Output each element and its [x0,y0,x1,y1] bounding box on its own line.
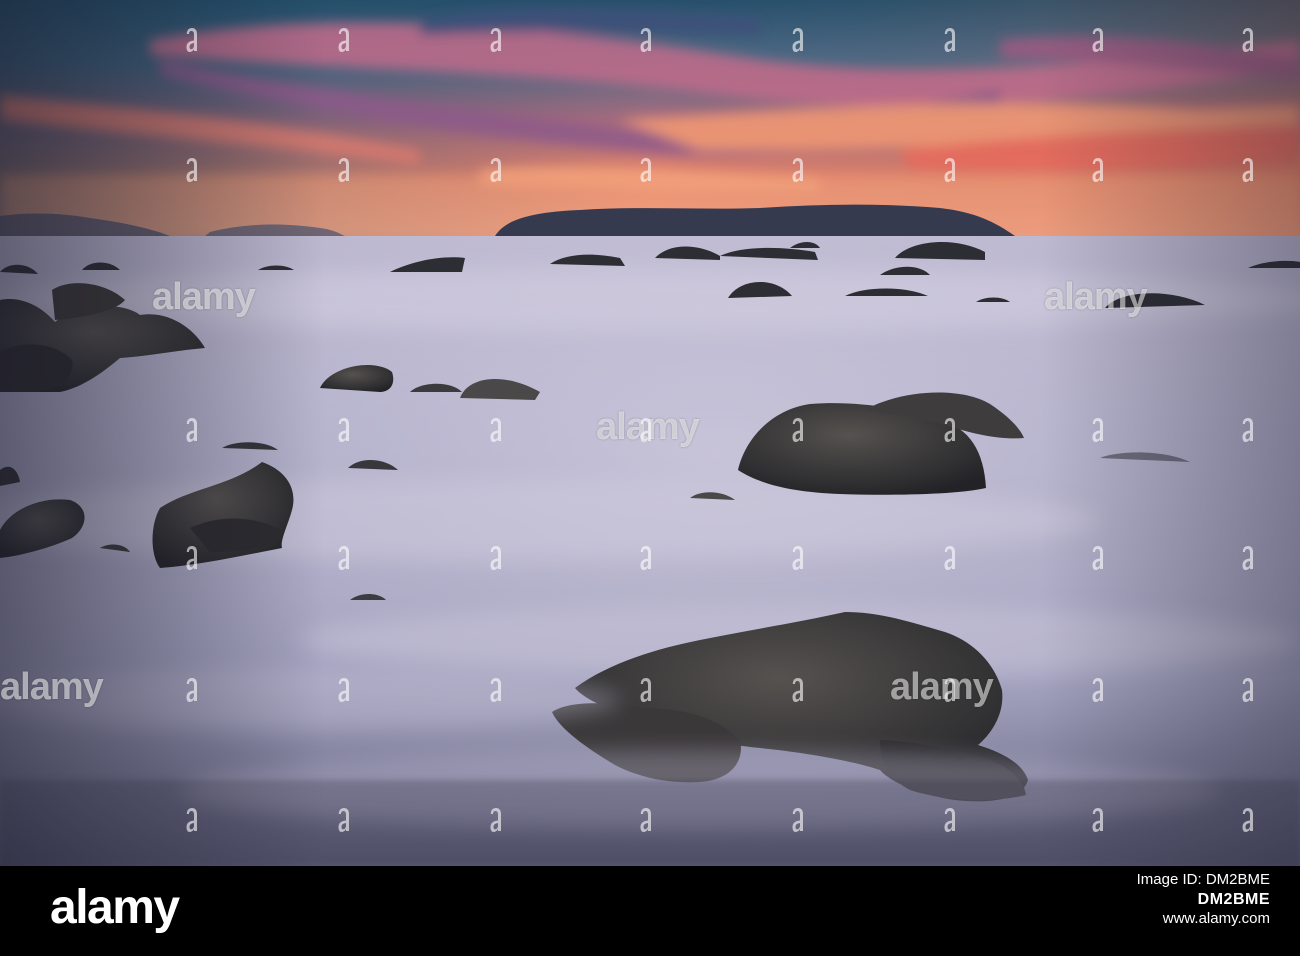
site-url: www.alamy.com [1162,909,1270,927]
footer-bar: alamy Image ID: DM2BME DM2BME www.alamy.… [0,866,1300,956]
watermark-logo-icon [640,678,651,702]
watermark-logo-icon [640,158,651,182]
watermark-logo-icon [1092,678,1103,702]
watermark-logo-icon [944,678,955,702]
watermark-logo-icon [490,808,501,832]
image-code: DM2BME [1197,890,1270,908]
watermark-logo-icon [1242,158,1253,182]
watermark-logo-icon [1092,158,1103,182]
watermark-logo-icon [1092,808,1103,832]
watermark-logo-icon [490,418,501,442]
watermark-logo-icon [186,678,197,702]
watermark-logo-icon [186,28,197,52]
watermark-logo-icon [640,546,651,570]
watermark-logo-icon [338,808,349,832]
watermark-logo-icon [1242,546,1253,570]
watermark-text: alamy [1044,276,1148,318]
watermark-logo-icon [792,546,803,570]
footer-logo: alamy [50,881,180,934]
watermark-logo-icon [338,418,349,442]
watermark-logo-icon [338,546,349,570]
watermark-logo-icon [1092,418,1103,442]
watermark-logo-icon [640,808,651,832]
watermark-logo-icon [186,546,197,570]
watermark-logo-icon [792,418,803,442]
watermark-logo-icon [338,678,349,702]
watermark-logo-icon [1242,678,1253,702]
watermark-text: alamy [152,276,256,318]
watermark-logo-icon [1092,28,1103,52]
watermark-logo-icon [944,808,955,832]
watermark-logo-icon [792,158,803,182]
watermark-logo-icon [640,28,651,52]
stock-photo-frame: alamy alamy alamy alamy alamy alamy Imag… [0,0,1300,956]
image-reference: Image ID: DM2BME DM2BME www.alamy.com [1137,871,1270,929]
watermark-logo-icon [490,28,501,52]
watermark-logo-icon [186,808,197,832]
watermark-logo-icon [186,418,197,442]
watermark-logo-icon [944,418,955,442]
watermark-logo-icon [186,158,197,182]
image-id-label: Image ID: DM2BME [1136,871,1270,888]
watermark-logo-icon [1092,546,1103,570]
watermark-logo-icon [792,28,803,52]
watermark-logo-icon [944,546,955,570]
watermark-logo-icon [490,158,501,182]
watermark-logo-icon [338,158,349,182]
watermark-logo-icon [1242,808,1253,832]
watermark-logo-icon [490,546,501,570]
watermark-logo-icon [792,808,803,832]
watermark-logo-icon [338,28,349,52]
watermark-logo-icon [490,678,501,702]
watermark-text: alamy [0,666,104,708]
watermark-logo-icon [944,28,955,52]
watermark-logo-icon [1242,28,1253,52]
watermark-logo-icon [944,158,955,182]
watermark-logo-icon [1242,418,1253,442]
watermark-logo-icon [792,678,803,702]
watermark-text: alamy [890,666,994,708]
watermark-logo-icon [640,418,651,442]
